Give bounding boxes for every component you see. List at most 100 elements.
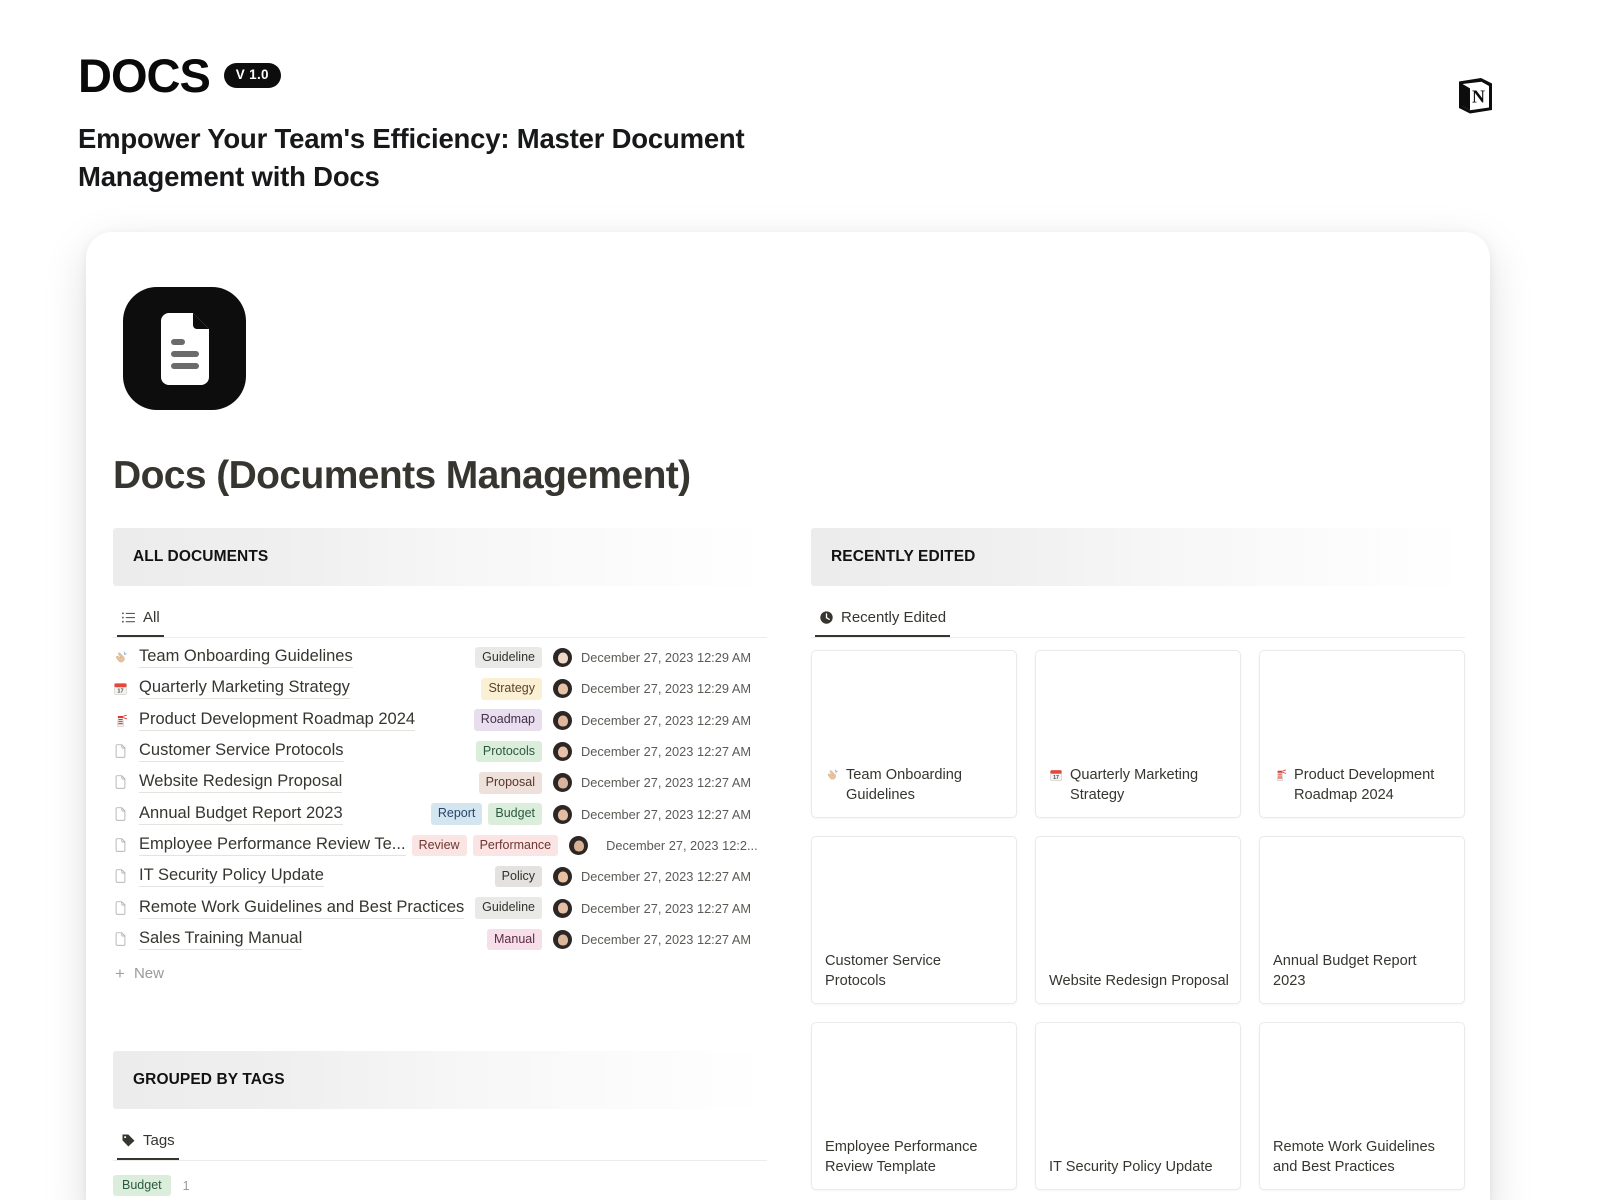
table-row[interactable]: 17 Quarterly Marketing Strategy Strategy De…: [113, 673, 767, 704]
document-list: Team Onboarding Guidelines Guideline Decem…: [113, 642, 767, 955]
document-card-label: Team Onboarding Guidelines: [825, 765, 1005, 806]
brand-row: DOCS V 1.0: [78, 52, 1498, 99]
document-card[interactable]: Team Onboarding Guidelines: [811, 650, 1017, 818]
document-card-title: Website Redesign Proposal: [1049, 973, 1229, 990]
document-card[interactable]: Customer Service Protocols: [811, 836, 1017, 1004]
all-documents-view-tabs: All: [113, 605, 767, 638]
table-row[interactable]: Team Onboarding Guidelines Guideline Decem…: [113, 642, 767, 673]
status-badge[interactable]: Manual: [487, 928, 542, 951]
document-name[interactable]: Annual Budget Report 2023: [139, 804, 343, 825]
document-page-icon: [123, 287, 246, 410]
file-icon: [113, 744, 139, 759]
tag-group-chip: Budget: [113, 1174, 171, 1197]
table-row[interactable]: IT Security Policy Update Policy December …: [113, 861, 767, 892]
document-name[interactable]: Employee Performance Review Te...: [139, 835, 406, 856]
page-header: DOCS V 1.0 Empower Your Team's Efficienc…: [78, 52, 1498, 196]
avatar: [553, 742, 572, 762]
status-badge[interactable]: Budget: [488, 803, 542, 825]
tag-list: Strategy: [481, 678, 542, 700]
tag-group-row[interactable]: Budget 1: [113, 1174, 767, 1197]
page-root: DOCS V 1.0 Empower Your Team's Efficienc…: [0, 0, 1600, 1200]
page-subtitle: Empower Your Team's Efficiency: Master D…: [78, 123, 745, 192]
tab-recently-edited[interactable]: Recently Edited: [815, 605, 951, 637]
document-name[interactable]: IT Security Policy Update: [139, 866, 324, 888]
document-card-title: Quarterly Marketing Strategy: [1070, 766, 1199, 804]
document-card-label: 17 Quarterly Marketing Strategy: [1049, 765, 1229, 806]
wave-icon: [825, 765, 839, 782]
last-edited-timestamp: December 27, 2023 12:29 AM: [581, 681, 752, 697]
document-card-label: Product Development Roadmap 2024: [1273, 765, 1453, 806]
document-name[interactable]: Team Onboarding Guidelines: [139, 647, 353, 669]
tab-recently-edited-label: Recently Edited: [841, 609, 947, 626]
document-card-label: IT Security Policy Update: [1049, 1157, 1229, 1178]
notion-cube-icon: N: [1448, 70, 1498, 120]
last-edited-timestamp: December 27, 2023 12:27 AM: [581, 900, 752, 916]
last-edited-timestamp: December 27, 2023 12:29 AM: [581, 650, 752, 666]
document-name[interactable]: Customer Service Protocols: [139, 741, 344, 763]
app-surface: Docs (Documents Management) ALL DOCUMENT…: [86, 232, 1490, 1200]
tag-list: Guideline: [475, 897, 542, 919]
status-badge[interactable]: Guideline: [475, 646, 542, 669]
status-badge[interactable]: Protocols: [475, 740, 542, 763]
document-name[interactable]: Product Development Roadmap 2024: [139, 710, 416, 731]
status-badge[interactable]: Guideline: [475, 897, 542, 919]
document-card-title: Employee Performance Review Template: [825, 1138, 978, 1176]
table-row[interactable]: Sales Training Manual Manual December 27, …: [113, 924, 767, 955]
status-badge[interactable]: Policy: [494, 865, 542, 888]
document-card[interactable]: Product Development Roadmap 2024: [1259, 650, 1465, 818]
tab-all[interactable]: All: [117, 605, 164, 637]
grouped-by-tags-band-label: GROUPED BY TAGS: [133, 1070, 285, 1088]
tag-list: Roadmap: [473, 709, 542, 731]
table-row[interactable]: Website Redesign Proposal Proposal Decembe…: [113, 767, 767, 798]
file-icon: [113, 900, 139, 916]
document-card-label: Customer Service Protocols: [825, 951, 1005, 992]
last-edited-timestamp: December 27, 2023 12:27 AM: [581, 869, 752, 885]
tag-list: Proposal: [478, 772, 542, 794]
document-card[interactable]: Employee Performance Review Template: [811, 1022, 1017, 1190]
file-icon: [113, 806, 139, 822]
document-name[interactable]: Remote Work Guidelines and Best Practice…: [139, 898, 465, 919]
document-card-label: Employee Performance Review Template: [825, 1137, 1005, 1178]
status-badge[interactable]: Roadmap: [473, 709, 542, 731]
svg-text:N: N: [1472, 87, 1485, 107]
document-card[interactable]: IT Security Policy Update: [1035, 1022, 1241, 1190]
tab-tags[interactable]: Tags: [117, 1128, 179, 1160]
document-name[interactable]: Quarterly Marketing Strategy: [139, 678, 350, 700]
status-badge[interactable]: Proposal: [478, 772, 542, 794]
new-document-button[interactable]: + New: [113, 957, 767, 991]
document-card[interactable]: Remote Work Guidelines and Best Practice…: [1259, 1022, 1465, 1190]
table-row[interactable]: Annual Budget Report 2023 Report Budget Dec…: [113, 798, 767, 829]
status-badge[interactable]: Strategy: [481, 678, 542, 700]
avatar: [553, 804, 572, 824]
document-card[interactable]: 17 Quarterly Marketing Strategy: [1035, 650, 1241, 818]
table-row[interactable]: Remote Work Guidelines and Best Practice…: [113, 892, 767, 923]
all-documents-column: ALL DOCUMENTS All Team Onboarding Guidel…: [113, 528, 767, 1197]
file-icon: [113, 869, 139, 884]
tag-group-count: 1: [182, 1178, 190, 1193]
table-row[interactable]: Product Development Roadmap 2024 Roadmap D…: [113, 705, 767, 736]
grouped-by-tags-section: GROUPED BY TAGS Tags Budget 1: [113, 1050, 767, 1197]
last-edited-timestamp: December 27, 2023 12:2...: [606, 837, 758, 853]
tag-list: Manual: [487, 928, 542, 951]
status-badge[interactable]: Performance: [472, 834, 559, 857]
document-card-label: Remote Work Guidelines and Best Practice…: [1273, 1137, 1453, 1178]
tab-all-label: All: [143, 609, 160, 626]
tag-list: Policy: [494, 865, 542, 888]
document-name[interactable]: Sales Training Manual: [139, 929, 303, 950]
status-badge[interactable]: Report: [430, 803, 483, 825]
tag-list: Guideline: [475, 646, 542, 669]
status-badge[interactable]: Review: [411, 834, 467, 857]
clock-icon: [819, 610, 834, 625]
table-row[interactable]: Employee Performance Review Te... Review P…: [113, 830, 767, 861]
document-card[interactable]: Website Redesign Proposal: [1035, 836, 1241, 1004]
document-card-title: Customer Service Protocols: [825, 952, 941, 990]
grouped-by-tags-band: GROUPED BY TAGS: [113, 1050, 767, 1109]
version-badge: V 1.0: [223, 63, 281, 88]
svg-text:17: 17: [1053, 774, 1059, 780]
table-row[interactable]: Customer Service Protocols Protocols Decem…: [113, 736, 767, 767]
tag-icon: [121, 1133, 136, 1148]
document-card[interactable]: Annual Budget Report 2023: [1259, 836, 1465, 1004]
tag-list: Protocols: [475, 740, 542, 763]
document-name[interactable]: Website Redesign Proposal: [139, 772, 343, 794]
recently-edited-view-tabs: Recently Edited: [811, 605, 1465, 638]
